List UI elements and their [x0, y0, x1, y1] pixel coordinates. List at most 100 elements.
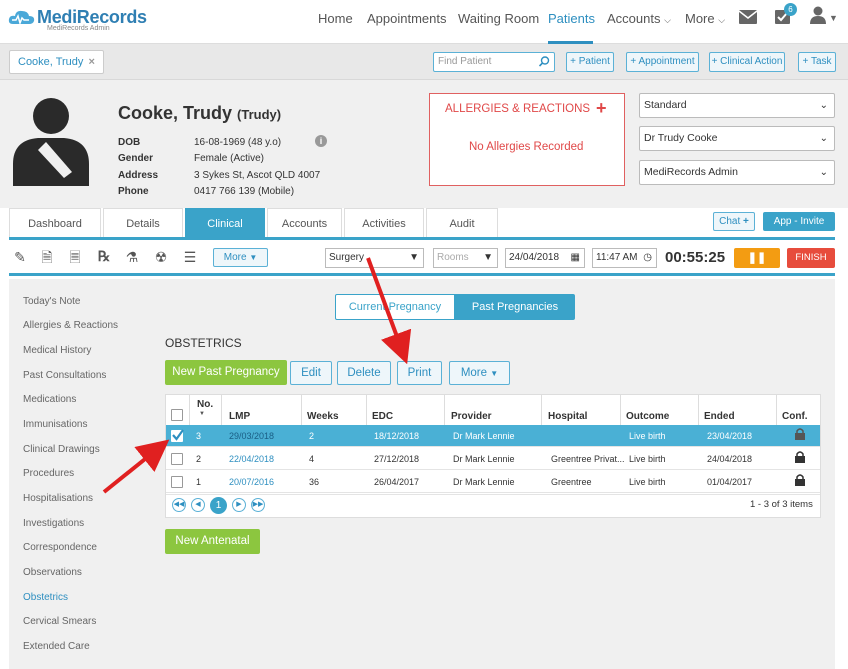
col-lmp[interactable]: LMP — [229, 411, 250, 422]
cell-lmp[interactable]: 29/03/2018 — [229, 431, 274, 441]
first-page-icon[interactable]: ◀◀ — [172, 498, 186, 512]
sidebar-item-observations[interactable]: Observations — [23, 567, 82, 578]
cell-lmp[interactable]: 20/07/2016 — [229, 477, 274, 487]
row-checkbox[interactable] — [171, 476, 183, 488]
tab-details[interactable]: Details — [103, 208, 183, 238]
find-patient-input[interactable]: Find Patient — [433, 52, 555, 72]
actions-more-label: More — [460, 367, 488, 379]
sidebar-item-obstetrics[interactable]: Obstetrics — [23, 592, 68, 603]
new-past-pregnancy-button[interactable]: New Past Pregnancy — [165, 360, 287, 385]
col-no[interactable]: No. — [197, 399, 213, 410]
tab-audit[interactable]: Audit — [426, 208, 498, 238]
tab-activities[interactable]: Activities — [344, 208, 424, 238]
col-conf[interactable]: Conf. — [782, 411, 808, 422]
search-icon[interactable] — [539, 56, 550, 67]
current-page[interactable]: 1 — [210, 497, 227, 514]
sidebar-item-procedures[interactable]: Procedures — [23, 468, 74, 479]
tab-clinical[interactable]: Clinical — [185, 208, 265, 238]
select-all-checkbox[interactable] — [171, 409, 183, 421]
sidebar-item-clinical-drawings[interactable]: Clinical Drawings — [23, 444, 100, 455]
prev-page-icon[interactable]: ◀ — [191, 498, 205, 512]
layers-icon[interactable]: ☰ — [182, 249, 198, 265]
nav-accounts[interactable]: Accounts ⌵ — [607, 11, 671, 26]
actions-more-button[interactable]: More ▼ — [449, 361, 510, 385]
pause-button[interactable]: ❚❚ — [734, 248, 780, 268]
tab-dashboard[interactable]: Dashboard — [9, 208, 101, 238]
lock-icon[interactable] — [795, 474, 805, 486]
tab-current-pregnancy[interactable]: Current Pregnancy — [335, 294, 455, 320]
pause-icon: ❚❚ — [747, 252, 767, 264]
row-checkbox[interactable] — [171, 429, 184, 442]
lock-icon[interactable] — [795, 428, 805, 440]
calendar-icon[interactable]: ▦ — [571, 249, 580, 267]
patient-tab[interactable]: Cooke, Trudy × — [9, 50, 104, 74]
sidebar-item-medications[interactable]: Medications — [23, 394, 76, 405]
sidebar-item-allergies[interactable]: Allergies & Reactions — [23, 320, 118, 331]
notes-icon[interactable]: ✎ — [12, 249, 28, 265]
col-provider[interactable]: Provider — [451, 411, 492, 422]
delete-button[interactable]: Delete — [337, 361, 391, 385]
info-icon[interactable]: i — [315, 135, 327, 147]
col-edc[interactable]: EDC — [372, 411, 393, 422]
nav-appointments[interactable]: Appointments — [367, 11, 447, 26]
add-clinical-action-button[interactable]: + Clinical Action — [709, 52, 785, 72]
col-hospital[interactable]: Hospital — [548, 411, 587, 422]
col-outcome[interactable]: Outcome — [626, 411, 669, 422]
sidebar-item-investigations[interactable]: Investigations — [23, 518, 84, 529]
chat-button[interactable]: Chat + — [713, 212, 755, 231]
sidebar-item-medical-history[interactable]: Medical History — [23, 345, 91, 356]
add-allergy-icon[interactable]: + — [596, 98, 607, 119]
sort-desc-icon: ▼ — [199, 411, 205, 417]
time-input[interactable]: 11:47 AM ◷ — [592, 248, 657, 268]
pathology-icon[interactable]: ⚗ — [124, 249, 140, 265]
nav-home[interactable]: Home — [318, 11, 353, 26]
rooms-select[interactable]: Rooms ▼ — [433, 248, 498, 268]
col-ended[interactable]: Ended — [704, 411, 735, 422]
radiology-icon[interactable]: ☢ — [153, 249, 169, 265]
sidebar-item-immunisations[interactable]: Immunisations — [23, 419, 87, 430]
lock-icon[interactable] — [795, 451, 805, 463]
add-task-button[interactable]: + Task — [798, 52, 836, 72]
app-invite-button[interactable]: App - Invite — [763, 212, 835, 231]
chat-label: Chat — [719, 216, 741, 227]
toolbar-more-button[interactable]: More ▼ — [213, 248, 268, 267]
date-input[interactable]: 24/04/2018 ▦ — [505, 248, 585, 268]
user-icon[interactable] — [810, 6, 826, 24]
nav-patients[interactable]: Patients — [548, 11, 595, 26]
practitioner-select[interactable]: Dr Trudy Cooke ⌄ — [639, 126, 835, 151]
location-select[interactable]: Surgery ▼ — [325, 248, 424, 268]
nav-waiting-room[interactable]: Waiting Room — [458, 11, 539, 26]
cell-lmp[interactable]: 22/04/2018 — [229, 454, 274, 464]
mail-icon[interactable] — [739, 10, 757, 24]
add-appointment-button[interactable]: + Appointment — [626, 52, 699, 72]
finish-button[interactable]: FINISH — [787, 248, 835, 268]
row-checkbox[interactable] — [171, 453, 183, 465]
tab-past-pregnancies[interactable]: Past Pregnancies — [455, 294, 575, 320]
new-antenatal-button[interactable]: New Antenatal — [165, 529, 260, 554]
sidebar-item-past-consultations[interactable]: Past Consultations — [23, 370, 106, 381]
sidebar-item-todays-note[interactable]: Today's Note — [23, 296, 81, 307]
col-weeks[interactable]: Weeks — [307, 411, 339, 422]
sidebar-item-correspondence[interactable]: Correspondence — [23, 542, 97, 553]
clock-icon[interactable]: ◷ — [643, 249, 652, 267]
edit-button[interactable]: Edit — [290, 361, 332, 385]
document-export-icon[interactable]: 🗎 — [39, 249, 55, 265]
last-page-icon[interactable]: ▶▶ — [251, 498, 265, 512]
nav-more[interactable]: More ⌵ — [685, 11, 725, 26]
close-icon[interactable]: × — [88, 56, 94, 68]
patient-tab-label: Cooke, Trudy — [18, 56, 84, 68]
patient-avatar-icon — [13, 98, 89, 186]
user-select[interactable]: MediRecords Admin ⌄ — [639, 160, 835, 185]
sidebar-item-extended-care[interactable]: Extended Care — [23, 641, 90, 652]
sidebar-item-cervical-smears[interactable]: Cervical Smears — [23, 616, 96, 627]
location-value: Surgery — [329, 252, 365, 263]
add-patient-button[interactable]: + Patient — [566, 52, 614, 72]
prescription-icon[interactable]: ℞ — [96, 249, 112, 265]
tab-accounts[interactable]: Accounts — [267, 208, 342, 238]
letter-icon[interactable]: 🗏 — [67, 249, 83, 265]
user-menu-chevron-icon[interactable]: ▼ — [829, 13, 838, 23]
sidebar-item-hospitalisations[interactable]: Hospitalisations — [23, 493, 93, 504]
fee-schedule-select[interactable]: Standard ⌄ — [639, 93, 835, 118]
next-page-icon[interactable]: ▶ — [232, 498, 246, 512]
print-button[interactable]: Print — [397, 361, 442, 385]
